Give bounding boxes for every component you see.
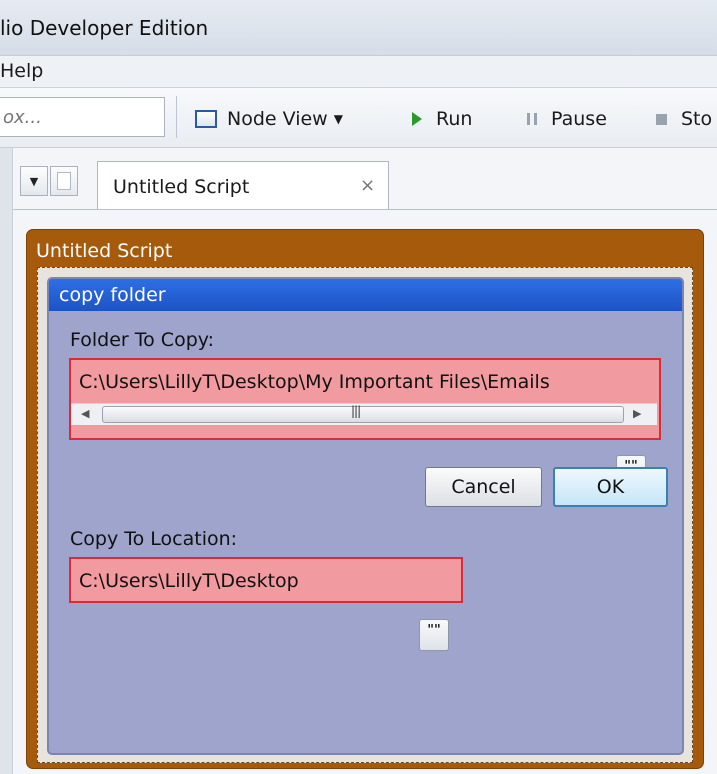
node-view-icon — [195, 110, 217, 128]
folder-to-copy-label: Folder To Copy: — [70, 329, 215, 351]
stop-label: Sto — [681, 108, 713, 130]
pause-label: Pause — [551, 108, 607, 130]
workspace: ▼ Untitled Script × Untitled Script copy… — [12, 148, 717, 774]
tab-strip-divider — [13, 209, 717, 210]
copy-folder-dialog: copy folder Folder To Copy: C:\Users\Lil… — [47, 277, 684, 755]
tab-label: Untitled Script — [113, 176, 250, 198]
folder-to-copy-field[interactable]: C:\Users\LillyT\Desktop\My Important Fil… — [69, 358, 661, 440]
folder-to-copy-value[interactable]: C:\Users\LillyT\Desktop\My Important Fil… — [79, 371, 550, 393]
dialog-title: copy folder — [59, 284, 166, 306]
toolbar-separator — [176, 96, 177, 138]
run-button[interactable]: Run — [412, 106, 472, 132]
search-box[interactable] — [0, 97, 165, 137]
run-icon — [412, 112, 422, 126]
stop-icon — [656, 113, 667, 125]
scroll-left-icon[interactable]: ◀ — [81, 407, 89, 420]
tab-untitled-script[interactable]: Untitled Script × — [97, 161, 389, 210]
tab-dropdown-button[interactable]: ▼ — [20, 166, 48, 196]
copy-to-location-value[interactable]: C:\Users\LillyT\Desktop — [79, 570, 299, 592]
new-document-icon — [57, 172, 71, 190]
copy-to-location-label: Copy To Location: — [70, 528, 238, 550]
node-view-label: Node View — [227, 108, 328, 130]
ok-button[interactable]: OK — [553, 467, 668, 507]
scrollbar-grip-icon: ||| — [351, 404, 361, 418]
horizontal-scrollbar[interactable]: ◀ ||| ▶ — [71, 403, 657, 425]
menu-help[interactable]: Help — [0, 60, 47, 82]
search-input[interactable] — [3, 106, 153, 128]
run-label: Run — [436, 108, 473, 130]
chevron-down-icon: ▼ — [333, 112, 343, 126]
cancel-button[interactable]: Cancel — [425, 467, 542, 507]
copy-to-location-field[interactable]: C:\Users\LillyT\Desktop — [69, 557, 463, 603]
scrollbar-thumb[interactable]: ||| — [102, 404, 624, 423]
title-bar: lio Developer Edition — [0, 0, 717, 56]
toolbar: Node View ▼ Run Pause Sto — [0, 88, 717, 148]
node-view-button[interactable]: Node View ▼ — [195, 106, 343, 132]
dialog-header: copy folder — [49, 279, 682, 311]
tab-strip: ▼ Untitled Script × — [13, 148, 717, 210]
window-title: lio Developer Edition — [0, 16, 209, 40]
stop-button[interactable]: Sto — [656, 106, 712, 132]
copy-to-location-browse-button[interactable]: "" — [419, 619, 449, 651]
pause-icon — [527, 113, 537, 125]
new-document-button[interactable] — [50, 166, 78, 196]
tab-dropdown-icon: ▼ — [29, 174, 39, 188]
scroll-right-icon[interactable]: ▶ — [633, 407, 641, 420]
pause-button[interactable]: Pause — [527, 106, 607, 132]
menu-bar: Help — [0, 56, 717, 88]
close-icon[interactable]: × — [360, 175, 375, 196]
script-node-body: copy folder Folder To Copy: C:\Users\Lil… — [37, 267, 693, 763]
script-node-title: Untitled Script — [36, 240, 173, 262]
